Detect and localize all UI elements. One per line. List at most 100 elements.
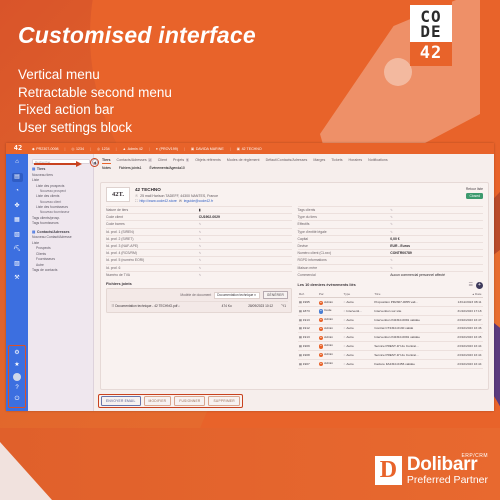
user-avatar[interactable] xyxy=(12,372,23,381)
app-logo-42[interactable]: 42 xyxy=(9,144,27,153)
field-row-left-3: Id. prof. 1 (SIREN) ✎ xyxy=(106,227,292,235)
thirdparty-address: 25 mail Harison TADEFF, 44300 NANTES, Fr… xyxy=(140,193,219,198)
tab-bar-secondary[interactable]: Notes Fichiers joints1 Évènements/Agenda10 xyxy=(94,164,494,172)
sidebar-group-title-1[interactable]: ▤ Contacts/Adresses xyxy=(32,230,90,234)
events-row[interactable]: ▤ 1913 ● Admin ○Autre Intervention IN2310-00… xyxy=(297,332,483,343)
events-row[interactable]: ▤ 1907 ● Admin ○Autre Facture FA2310-0456 va… xyxy=(297,359,483,369)
fixed-action-bar[interactable]: ENVOYER EMAIL MODIFIER FUSIONNER SUPPRIMER xyxy=(98,393,243,408)
tab-contacts-adresses[interactable]: Contacts/Adresses 2 xyxy=(117,157,152,164)
action-supprimer-button[interactable]: SUPPRIMER xyxy=(208,396,240,406)
breadcrumb-separator: | xyxy=(229,146,231,151)
bank-icon[interactable]: ▧ xyxy=(12,231,23,240)
sidebar-item-tags-de-contacts[interactable]: Tags de contacts xyxy=(32,268,90,274)
edit-pencil-icon[interactable]: ✎ xyxy=(199,230,202,234)
back-to-list-link[interactable]: Retour liste xyxy=(466,187,483,191)
edit-pencil-icon[interactable]: ✎ xyxy=(199,273,202,277)
field-value: Aucun commercial personnel affecté xyxy=(390,273,483,277)
logout-icon[interactable]: ⏻ xyxy=(12,395,23,404)
edit-pencil-icon[interactable]: ✎ xyxy=(390,215,393,219)
tab-tickets[interactable]: Tickets xyxy=(331,157,342,164)
tab-notifications[interactable]: Notifications xyxy=(368,157,388,164)
mail-icon: ✉ xyxy=(178,199,182,203)
edit-pencil-icon[interactable]: ✎ xyxy=(199,251,202,255)
vertical-menu[interactable]: ⌂ ▤ ◔ ✤ ▦ ▧ ⛏ ▨ ⚒ ⚙ ★? ⏻ xyxy=(6,154,28,411)
edit-pencil-icon[interactable]: ✎ xyxy=(199,237,202,241)
breadcrumb-item-6[interactable]: ▣ 42 TECHNO xyxy=(237,147,262,151)
edit-pencil-icon[interactable]: ✎ xyxy=(199,266,202,270)
secondary-menu[interactable]: Rechercher ▤ Tiers Nouveau tiers Liste Liste… xyxy=(28,154,94,411)
event-date: 31/10/2023 17:18 xyxy=(443,306,483,316)
commercial-icon[interactable]: ◔ xyxy=(12,187,23,196)
events-table: Réf. Par Type Titre ▴ Date ▤ 1995 ● Admin ○Autr… xyxy=(297,290,483,369)
settings-gear-icon[interactable]: ⚙ xyxy=(12,349,23,358)
events-row[interactable]: ▤ 1908 ● Admin ○Autre Service PREST-1H du Co… xyxy=(297,350,483,360)
add-event-button[interactable]: + xyxy=(476,281,483,289)
tab-projets[interactable]: Projets 5 xyxy=(173,157,190,164)
breadcrumb-item-4[interactable]: ● (PROV199) xyxy=(156,147,178,151)
thirdparty-website[interactable]: http://www.code42.store xyxy=(139,199,176,203)
edit-pencil-icon[interactable]: ✎ xyxy=(390,258,393,262)
edit-pencil-icon[interactable]: ✎ xyxy=(199,244,202,248)
edit-pencil-icon[interactable]: ✎ xyxy=(199,222,202,226)
edit-pencil-icon[interactable]: ✎ xyxy=(390,208,393,212)
billing-icon[interactable]: ▦ xyxy=(12,216,23,225)
tab-horaires[interactable]: Horaires xyxy=(349,157,363,164)
action-fusionner-button[interactable]: FUSIONNER xyxy=(174,396,206,406)
edit-pencil-icon[interactable]: ✎ xyxy=(390,230,393,234)
project-icon[interactable]: ▨ xyxy=(12,260,23,269)
tab-fichiers-joints[interactable]: Fichiers joints1 xyxy=(119,166,142,170)
help-icon[interactable]: ? xyxy=(12,384,23,393)
edit-pencil-icon[interactable]: ✎ xyxy=(390,266,393,270)
events-row[interactable]: ▤ 1912 ● Admin ○Autre Contrat CT2310-0130 va… xyxy=(297,324,483,334)
edit-pencil-icon[interactable]: ✎ xyxy=(390,222,393,226)
tab-bar-primary[interactable]: Tiers Contacts/Adresses 2 Client Projets 5 Obj… xyxy=(94,154,494,164)
tab-marges[interactable]: Marges xyxy=(313,157,325,164)
breadcrumb-item-3[interactable]: ▲ Admin 42 xyxy=(123,147,143,151)
hr-icon[interactable]: ⛏ xyxy=(12,245,23,254)
list-view-icon[interactable]: ☰ xyxy=(469,282,473,288)
action-modifier-button[interactable]: MODIFIER xyxy=(143,396,172,406)
events-column-header-3: Titre xyxy=(372,290,444,299)
collapse-menu-button[interactable]: ◀ xyxy=(91,159,98,165)
tab-d-faut-contacts-adresses[interactable]: Défaut/Contacts/Adresses xyxy=(266,157,308,164)
sidebar-item-tags-fournisseurs[interactable]: Tags fournisseurs xyxy=(32,221,90,227)
field-value-text: CU1902-0029 xyxy=(198,215,220,220)
author-avatar: ● xyxy=(318,318,324,323)
events-row[interactable]: ▤ 1909 ● Admin ○Autre Service PREST-1H du Co… xyxy=(297,341,483,351)
document-model-select[interactable]: Documentation technique ▾ xyxy=(214,291,260,299)
breadcrumb-icon: ▣ xyxy=(236,146,241,151)
tools-icon[interactable]: ⚒ xyxy=(12,274,23,283)
user-settings-block[interactable]: ⚙ ★? ⏻ xyxy=(8,345,26,408)
breadcrumb-item-5[interactable]: ▣ DAVIDA MARINE xyxy=(191,147,224,151)
field-value-text: Aucun commercial personnel affecté xyxy=(390,272,446,277)
action-envoyer-email-button[interactable]: ENVOYER EMAIL xyxy=(101,396,141,406)
home-icon[interactable]: ⌂ xyxy=(12,158,23,167)
field-value: ✎ xyxy=(390,258,483,262)
events-actions[interactable]: ☰ + xyxy=(469,281,483,289)
author-name: Admin xyxy=(324,334,333,339)
tab-tiers[interactable]: Tiers xyxy=(102,157,111,164)
thirdparty-email[interactable]: leguide@code42.fr xyxy=(184,199,213,203)
bookmark-star-icon[interactable]: ★ xyxy=(12,361,23,370)
thirdparty-icon[interactable]: ▤ xyxy=(11,172,23,182)
sidebar-group-title-0[interactable]: ▤ Tiers xyxy=(32,167,90,171)
breadcrumb-item-2[interactable]: ◎ 1234 xyxy=(97,147,110,151)
breadcrumb-item-1[interactable]: ◎ 1234 xyxy=(71,147,84,151)
tab-objets-r-f-rents[interactable]: Objets référents xyxy=(195,157,221,164)
tab-modes-de-r-glement[interactable]: Modes de règlement xyxy=(227,157,260,164)
products-icon[interactable]: ✤ xyxy=(12,202,23,211)
events-row[interactable]: ▤ 1913 ● Admin ○Autre Intervention IN2310-00… xyxy=(297,315,483,325)
events-row[interactable]: ▤ 1995 ● Admin ○Autre Proposition PR2307-005… xyxy=(297,297,483,308)
author-name: Admin xyxy=(324,343,333,348)
generate-button[interactable]: GÉNÉRER xyxy=(262,291,288,299)
tab-notes[interactable]: Notes xyxy=(102,166,111,170)
events-row[interactable]: ▤ 1873 ● Code ○Interventi... Intervention su… xyxy=(297,306,483,316)
tab-client[interactable]: Client xyxy=(158,157,167,164)
edit-pencil-icon[interactable]: ✎ xyxy=(199,258,202,262)
field-value: ✎ xyxy=(199,237,292,241)
tab--v-nements-agenda[interactable]: Évènements/Agenda10 xyxy=(149,166,184,170)
breadcrumb-item-0[interactable]: ◆ PR2307-0098 xyxy=(32,147,58,151)
tab-label: Notes xyxy=(102,166,111,170)
attachment-row[interactable]: ☷ Documentation technique - 42 TECHNO.pd… xyxy=(109,301,288,310)
attachment-delete-icon[interactable]: Ὕ1 xyxy=(275,301,288,310)
